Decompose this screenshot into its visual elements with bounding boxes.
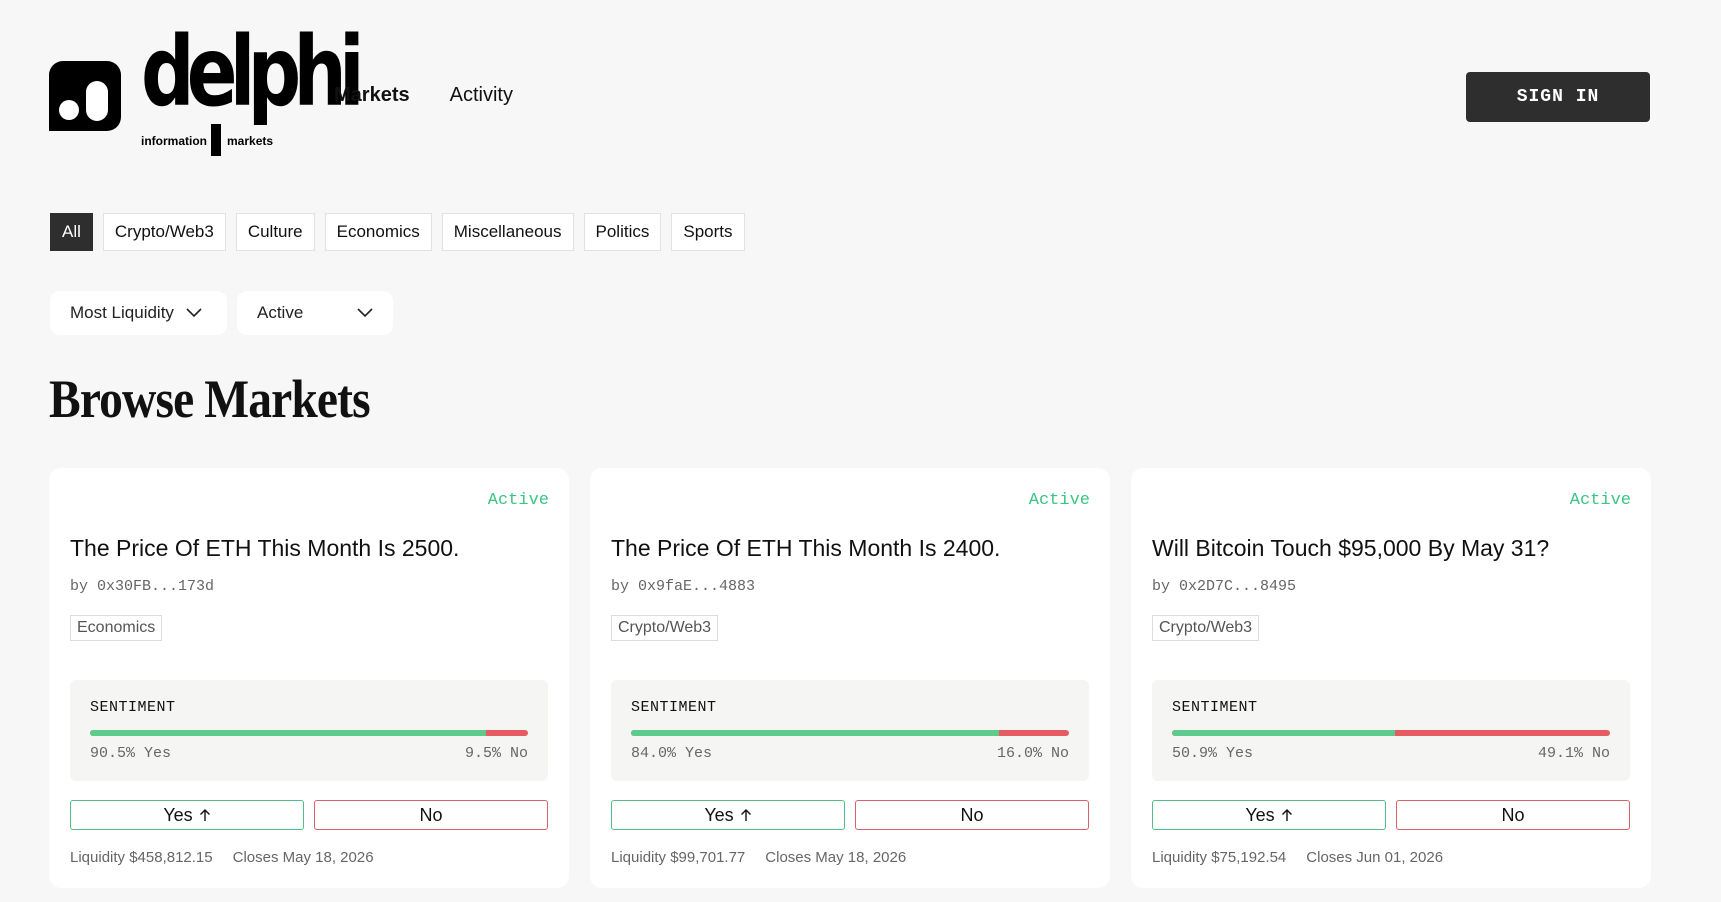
status-dropdown-value: Active — [257, 303, 304, 322]
market-footer: Liquidity $75,192.54 Closes Jun 01, 2026 — [1152, 849, 1443, 866]
arrow-up-icon — [199, 809, 210, 821]
category-economics[interactable]: Economics — [324, 213, 432, 251]
sign-in-button[interactable]: SIGN IN — [1466, 72, 1650, 122]
sentiment-bar — [631, 730, 1069, 736]
sort-dropdown[interactable]: Most Liquidity — [50, 291, 227, 335]
sentiment-no-percent: 49.1% No — [1537, 745, 1610, 762]
yes-button[interactable]: Yes — [70, 800, 304, 830]
arrow-up-icon — [1281, 809, 1292, 821]
sentiment-label: SENTIMENT — [1172, 699, 1258, 716]
market-author: by 0x30FB...173d — [70, 578, 215, 595]
category-politics[interactable]: Politics — [583, 213, 662, 251]
page-title: Browse Markets — [49, 369, 371, 429]
category-all[interactable]: All — [50, 213, 93, 251]
market-author: by 0x9faE...4883 — [611, 578, 756, 595]
sentiment-bar-yes — [631, 730, 999, 736]
close-date: Closes May 18, 2026 — [765, 849, 907, 866]
site-header: delphi information markets Markets Activ… — [0, 0, 1721, 190]
category-filter-bar: All Crypto/Web3 Culture Economics Miscel… — [50, 213, 745, 251]
chevron-down-icon — [357, 308, 373, 318]
yes-button-label: Yes — [163, 804, 193, 825]
market-card[interactable]: Active Will Bitcoin Touch $95,000 By May… — [1131, 468, 1651, 888]
liquidity-value: Liquidity $75,192.54 — [1152, 849, 1287, 866]
sentiment-bar-yes — [90, 730, 487, 736]
yes-button-label: Yes — [704, 804, 734, 825]
sentiment-panel: SENTIMENT 84.0% Yes 16.0% No — [611, 680, 1089, 781]
status-badge: Active — [487, 491, 549, 510]
sentiment-no-percent: 16.0% No — [996, 745, 1069, 762]
sentiment-bar — [1172, 730, 1610, 736]
arrow-up-icon — [740, 809, 751, 821]
sentiment-yes-percent: 84.0% Yes — [631, 745, 713, 762]
chevron-down-icon — [186, 308, 202, 318]
filter-row: Most Liquidity Active — [50, 291, 393, 335]
market-author: by 0x2D7C...8495 — [1152, 578, 1297, 595]
logo-tag-information: information — [141, 134, 207, 148]
no-button-label: No — [419, 804, 443, 825]
market-card-list: Active The Price Of ETH This Month Is 25… — [49, 468, 1651, 888]
market-title[interactable]: The Price Of ETH This Month Is 2500. — [70, 535, 459, 562]
category-tag: Crypto/Web3 — [1152, 615, 1260, 641]
close-date: Closes May 18, 2026 — [232, 849, 374, 866]
yes-button[interactable]: Yes — [1152, 800, 1386, 830]
sentiment-bar-yes — [1172, 730, 1395, 736]
logo-mark-icon — [49, 61, 121, 131]
category-culture[interactable]: Culture — [235, 213, 315, 251]
sentiment-yes-percent: 50.9% Yes — [1172, 745, 1254, 762]
no-button[interactable]: No — [1396, 800, 1630, 830]
no-button-label: No — [1501, 804, 1525, 825]
market-footer: Liquidity $99,701.77 Closes May 18, 2026 — [611, 849, 906, 866]
delphi-logo[interactable]: delphi information markets — [49, 24, 365, 156]
status-dropdown[interactable]: Active — [237, 291, 393, 335]
sort-dropdown-value: Most Liquidity — [70, 303, 174, 322]
category-tag: Crypto/Web3 — [611, 615, 719, 641]
close-date: Closes Jun 01, 2026 — [1306, 849, 1444, 866]
market-card[interactable]: Active The Price Of ETH This Month Is 24… — [590, 468, 1110, 888]
market-title[interactable]: The Price Of ETH This Month Is 2400. — [611, 535, 1000, 562]
sentiment-label: SENTIMENT — [631, 699, 717, 716]
liquidity-value: Liquidity $99,701.77 — [611, 849, 746, 866]
logo-wordmark: delphi — [141, 16, 365, 128]
no-button-label: No — [960, 804, 984, 825]
sentiment-panel: SENTIMENT 90.5% Yes 9.5% No — [70, 680, 548, 781]
status-badge: Active — [1028, 491, 1090, 510]
main-nav: Markets Activity — [334, 84, 513, 107]
sentiment-label: SENTIMENT — [90, 699, 176, 716]
market-title[interactable]: Will Bitcoin Touch $95,000 By May 31? — [1152, 535, 1549, 562]
category-miscellaneous[interactable]: Miscellaneous — [441, 213, 574, 251]
category-sports[interactable]: Sports — [671, 213, 745, 251]
yes-button-label: Yes — [1245, 804, 1275, 825]
sentiment-yes-percent: 90.5% Yes — [90, 745, 172, 762]
status-badge: Active — [1569, 491, 1631, 510]
yes-button[interactable]: Yes — [611, 800, 845, 830]
logo-tag-markets: markets — [227, 134, 274, 148]
category-crypto-web3[interactable]: Crypto/Web3 — [102, 213, 226, 251]
nav-markets[interactable]: Markets — [334, 84, 410, 107]
category-tag: Economics — [70, 615, 163, 641]
nav-activity[interactable]: Activity — [450, 84, 513, 107]
sentiment-panel: SENTIMENT 50.9% Yes 49.1% No — [1152, 680, 1630, 781]
logo-stem — [211, 124, 221, 156]
sentiment-no-percent: 9.5% No — [464, 745, 528, 762]
sentiment-bar — [90, 730, 528, 736]
no-button[interactable]: No — [314, 800, 548, 830]
market-footer: Liquidity $458,812.15 Closes May 18, 202… — [70, 849, 374, 866]
no-button[interactable]: No — [855, 800, 1089, 830]
market-card[interactable]: Active The Price Of ETH This Month Is 25… — [49, 468, 569, 888]
liquidity-value: Liquidity $458,812.15 — [70, 849, 213, 866]
